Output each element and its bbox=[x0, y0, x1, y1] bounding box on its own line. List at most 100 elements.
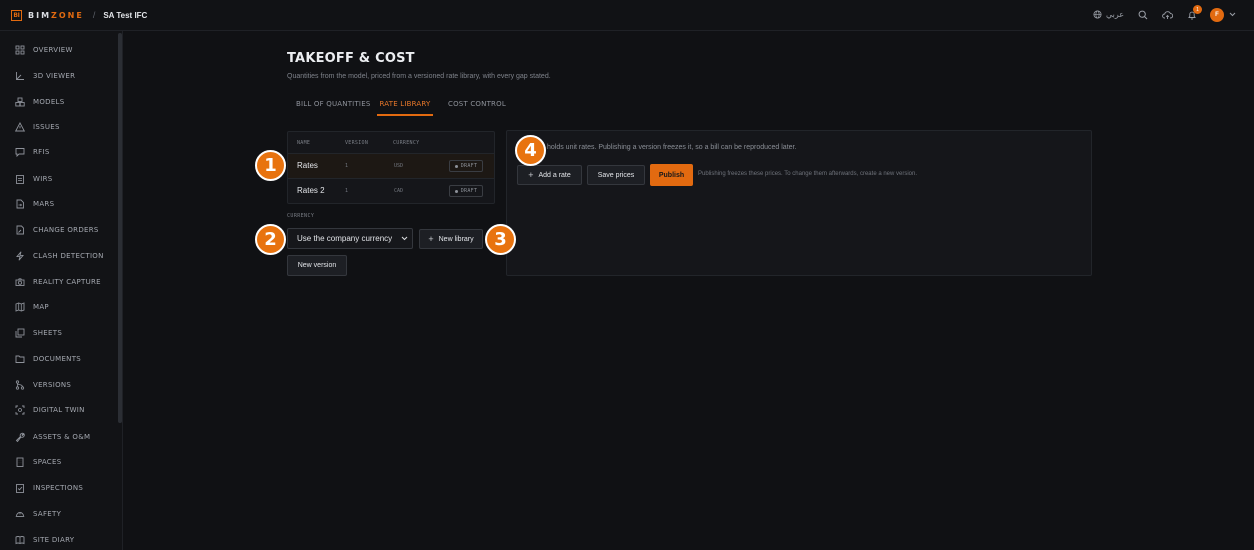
sidebar-item-label: VERSIONS bbox=[33, 381, 72, 389]
tab-bill-of-quantities[interactable]: BILL OF QUANTITIES bbox=[287, 96, 371, 116]
sidebar-item-documents[interactable]: DOCUMENTS bbox=[15, 352, 81, 366]
sidebar-item-label: MAP bbox=[33, 303, 49, 311]
chevron-down-icon bbox=[401, 236, 408, 241]
sidebar-item-wirs[interactable]: WIRS bbox=[15, 172, 53, 186]
annotation-marker-4: 4 bbox=[515, 135, 546, 166]
sidebar-item-models[interactable]: MODELS bbox=[15, 95, 65, 109]
sidebar-item-label: REALITY CAPTURE bbox=[33, 278, 101, 286]
table-row[interactable]: Rates 2 1 CAD DRAFT bbox=[288, 178, 494, 203]
sidebar-item-site-diary[interactable]: SITE DIARY bbox=[15, 533, 74, 547]
chevron-down-icon[interactable] bbox=[1229, 12, 1236, 17]
currency-label: CURRENCY bbox=[287, 213, 315, 219]
status-dot bbox=[454, 164, 458, 168]
sidebar-item-safety[interactable]: SAFETY bbox=[15, 507, 61, 521]
sidebar-item-mars[interactable]: MARS bbox=[15, 197, 54, 211]
button-label: Save prices bbox=[597, 171, 635, 179]
column-header-currency: CURRENCY bbox=[393, 140, 420, 146]
app-logo[interactable]: BI BIMZONE bbox=[11, 9, 84, 21]
sidebar-item-label: CLASH DETECTION bbox=[33, 252, 104, 260]
top-bar: BI BIMZONE / SA Test IFC عربي 1 F bbox=[0, 0, 1254, 31]
sidebar-item-assets[interactable]: ASSETS & O&M bbox=[15, 430, 90, 444]
sidebar-item-label: DOCUMENTS bbox=[33, 355, 82, 363]
lightning-icon bbox=[16, 251, 24, 261]
sidebar-scrollbar[interactable] bbox=[118, 33, 122, 423]
user-avatar[interactable]: F bbox=[1210, 8, 1224, 22]
grid-icon bbox=[15, 45, 25, 55]
scan-icon bbox=[15, 405, 25, 415]
building-icon bbox=[16, 457, 24, 467]
page-subtitle: Quantities from the model, priced from a… bbox=[287, 73, 551, 80]
status-dot bbox=[454, 189, 458, 193]
folder-icon bbox=[15, 355, 25, 363]
sidebar-item-map[interactable]: MAP bbox=[15, 300, 49, 314]
column-header-name: NAME bbox=[297, 140, 311, 146]
new-version-button[interactable]: New version bbox=[287, 255, 347, 276]
wrench-icon bbox=[15, 432, 25, 442]
sidebar: OVERVIEW 3D VIEWER MODELS ISSUES RFIS WI… bbox=[0, 31, 123, 550]
chat-icon bbox=[15, 148, 25, 157]
table-row[interactable]: Rates 1 USD DRAFT bbox=[288, 153, 494, 178]
clipboard-icon bbox=[16, 175, 24, 184]
column-header-version: VERSION bbox=[345, 140, 369, 146]
sidebar-item-reality-capture[interactable]: REALITY CAPTURE bbox=[15, 275, 101, 289]
sidebar-item-spaces[interactable]: SPACES bbox=[15, 455, 61, 469]
sidebar-item-issues[interactable]: ISSUES bbox=[15, 120, 60, 134]
sidebar-item-label: CHANGE ORDERS bbox=[33, 226, 99, 234]
rate-library-table: NAME VERSION CURRENCY Rates 1 USD DRAFT … bbox=[287, 131, 495, 204]
tab-cost-control[interactable]: COST CONTROL bbox=[448, 96, 508, 116]
book-icon bbox=[15, 536, 25, 545]
library-version: 1 bbox=[345, 163, 349, 169]
sidebar-item-label: MARS bbox=[33, 200, 55, 208]
map-icon bbox=[15, 302, 25, 312]
logo-mark: BI bbox=[11, 9, 22, 21]
currency-select[interactable]: Use the company currency bbox=[287, 228, 413, 249]
sidebar-item-change-orders[interactable]: CHANGE ORDERS bbox=[15, 223, 99, 237]
branch-icon bbox=[15, 380, 25, 390]
sidebar-item-3d-viewer[interactable]: 3D VIEWER bbox=[15, 69, 75, 83]
button-label: New version bbox=[297, 262, 337, 269]
tab-rate-library[interactable]: RATE LIBRARY bbox=[377, 96, 433, 116]
library-currency: USD bbox=[394, 163, 404, 169]
status-badge: DRAFT bbox=[449, 185, 483, 197]
breadcrumb-project[interactable]: SA Test IFC bbox=[103, 11, 147, 20]
tab-label: RATE LIBRARY bbox=[379, 100, 431, 108]
sidebar-item-label: SITE DIARY bbox=[33, 536, 75, 544]
sidebar-item-label: SHEETS bbox=[33, 329, 63, 337]
sidebar-item-inspections[interactable]: INSPECTIONS bbox=[15, 481, 83, 495]
checklist-icon bbox=[16, 484, 24, 493]
library-version: 1 bbox=[345, 188, 349, 194]
sidebar-item-digital-twin[interactable]: DIGITAL TWIN bbox=[15, 403, 85, 417]
status-label: DRAFT bbox=[460, 188, 478, 194]
sidebar-item-rfis[interactable]: RFIS bbox=[15, 145, 50, 159]
hardhat-icon bbox=[15, 512, 25, 517]
rate-detail-panel: holds unit rates. Publishing a version f… bbox=[506, 130, 1092, 276]
sidebar-item-overview[interactable]: OVERVIEW bbox=[15, 43, 73, 57]
sidebar-item-label: DIGITAL TWIN bbox=[33, 406, 85, 414]
publish-button[interactable]: Publish bbox=[650, 164, 693, 186]
cloud-upload-icon[interactable] bbox=[1162, 10, 1173, 20]
sidebar-item-label: 3D VIEWER bbox=[33, 72, 76, 80]
currency-select-value: Use the company currency bbox=[297, 234, 393, 243]
language-switcher[interactable]: عربي bbox=[1093, 10, 1124, 19]
library-currency: CAD bbox=[394, 188, 404, 194]
new-library-button[interactable]: + New library bbox=[419, 229, 483, 249]
add-rate-button[interactable]: + Add a rate bbox=[517, 165, 582, 185]
sidebar-item-label: MODELS bbox=[33, 98, 65, 106]
tab-label: BILL OF QUANTITIES bbox=[296, 100, 371, 108]
warning-icon bbox=[15, 122, 25, 132]
logo-prefix: BIM bbox=[28, 10, 52, 20]
sidebar-item-label: ISSUES bbox=[33, 123, 60, 131]
sidebar-item-sheets[interactable]: SHEETS bbox=[15, 326, 62, 340]
sidebar-item-clash-detection[interactable]: CLASH DETECTION bbox=[15, 249, 104, 263]
logo-suffix: ZONE bbox=[51, 10, 84, 20]
publish-hint: Publishing freezes these prices. To chan… bbox=[698, 171, 918, 177]
plus-icon: + bbox=[428, 233, 434, 244]
status-label: DRAFT bbox=[460, 163, 478, 169]
sidebar-item-versions[interactable]: VERSIONS bbox=[15, 378, 71, 392]
sidebar-item-label: WIRS bbox=[33, 175, 53, 183]
save-prices-button[interactable]: Save prices bbox=[587, 165, 645, 185]
button-label: New library bbox=[438, 235, 474, 243]
breadcrumb-separator: / bbox=[92, 10, 96, 20]
search-icon[interactable] bbox=[1138, 10, 1148, 20]
annotation-marker-1: 1 bbox=[255, 150, 286, 181]
